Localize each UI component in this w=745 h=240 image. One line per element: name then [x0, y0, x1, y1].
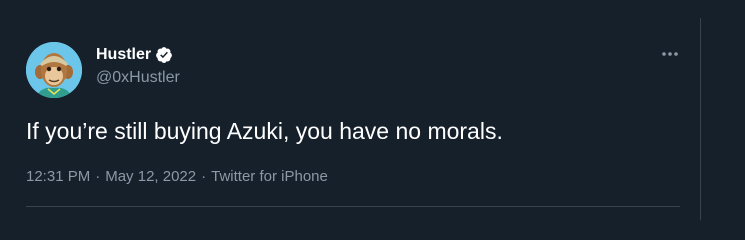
more-options-icon — [662, 52, 678, 56]
name-row: Hustler — [96, 44, 173, 66]
tweet-text: If you’re still buying Azuki, you have n… — [26, 118, 503, 144]
tweet-time[interactable]: 12:31 PM — [26, 168, 90, 185]
tweet-card: Hustler @0xHustler If you’re still buyin… — [0, 0, 700, 240]
display-name[interactable]: Hustler — [96, 46, 151, 64]
tweet-source[interactable]: Twitter for iPhone — [211, 168, 328, 185]
avatar[interactable] — [26, 42, 82, 98]
tweet-metadata: 12:31 PM · May 12, 2022 · Twitter for iPhone — [26, 168, 328, 185]
ape-avatar-image — [26, 42, 82, 98]
verified-badge-icon — [155, 46, 173, 64]
meta-separator: · — [95, 168, 101, 185]
column-border — [700, 18, 701, 220]
handle[interactable]: @0xHustler — [96, 69, 180, 87]
divider — [26, 206, 680, 207]
more-options-button[interactable] — [656, 44, 684, 64]
meta-separator: · — [201, 168, 207, 185]
tweet-date[interactable]: May 12, 2022 — [105, 168, 196, 185]
